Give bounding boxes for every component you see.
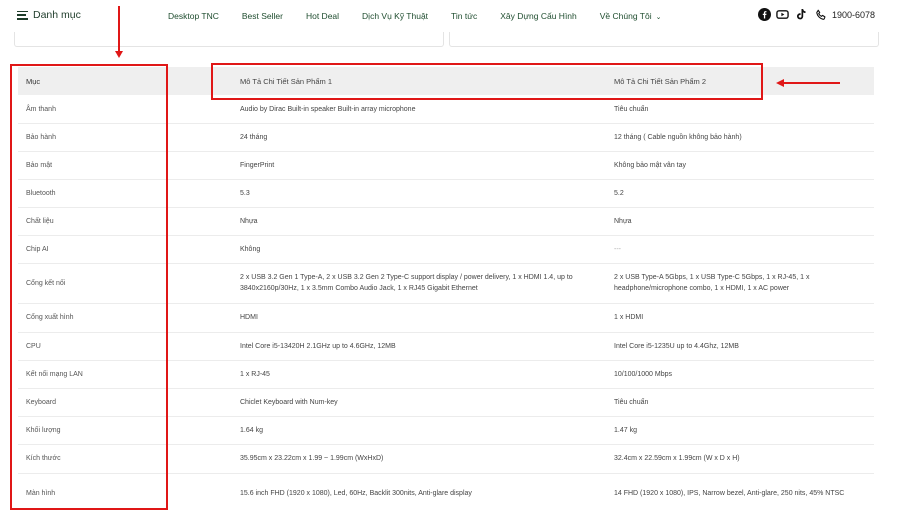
- row-label: Cổng kết nối: [26, 279, 66, 287]
- top-header: Danh mục Desktop TNC Best Seller Hot Dea…: [0, 0, 900, 32]
- header-product-1: Mô Tả Chi Tiết Sản Phẩm 1: [240, 76, 332, 86]
- row-label: Cổng xuất hình: [26, 314, 74, 321]
- row-product-2-value: Tiêu chuẩn: [614, 105, 649, 113]
- annotation-arrow-down-line: [118, 6, 120, 52]
- table-header-row: Mục Mô Tả Chi Tiết Sản Phẩm 1 Mô Tả Chi …: [18, 67, 874, 95]
- nav-item-about-label: Về Chúng Tôi: [599, 11, 652, 21]
- chevron-down-icon: ⌄: [655, 14, 662, 21]
- row-product-1-value: Nhựa: [240, 217, 258, 225]
- product-cards-bottom-edge: [0, 32, 900, 52]
- table-row: Bảo mật FingerPrint Không bảo mật vân ta…: [18, 151, 874, 180]
- row-product-1-value: Intel Core i5-13420H 2.1GHz up to 4.6GHz…: [240, 342, 396, 350]
- hotline-number: 1900-6078: [832, 9, 876, 20]
- youtube-icon[interactable]: [776, 8, 789, 21]
- phone-icon: [814, 8, 827, 21]
- row-product-2-value: 5.2: [614, 189, 624, 197]
- row-product-2-value: ---: [614, 245, 621, 253]
- header-product-2: Mô Tả Chi Tiết Sản Phẩm 2: [614, 76, 706, 86]
- hotline[interactable]: 1900-6078: [814, 8, 875, 21]
- row-product-1-value: Chiclet Keyboard with Num-key: [240, 398, 338, 406]
- row-label: Kích thước: [26, 455, 61, 462]
- row-product-2-value: Intel Core i5-1235U up to 4.4Ghz, 12MB: [614, 342, 739, 350]
- row-label: Chip AI: [26, 245, 49, 253]
- table-row: Cổng kết nối 2 x USB 3.2 Gen 1 Type-A, 2…: [18, 263, 874, 304]
- row-label: Keyboard: [26, 398, 56, 406]
- row-product-2-value: Nhựa: [614, 217, 632, 225]
- table-row: Bảo hành 24 tháng 12 tháng ( Cable nguồn…: [18, 123, 874, 152]
- nav-item-best-seller[interactable]: Best Seller: [242, 11, 283, 21]
- facebook-icon[interactable]: [758, 8, 771, 21]
- row-product-2-value: Không bảo mật vân tay: [614, 161, 686, 169]
- row-product-1-value: Audio by Dirac Built-in speaker Built-in…: [240, 105, 416, 113]
- row-product-2-value: 12 tháng ( Cable nguồn không bảo hành): [614, 133, 742, 141]
- row-product-1-value: 1 x RJ-45: [240, 370, 270, 378]
- annotation-arrow-left-head: [776, 79, 784, 87]
- nav-item-tech-service[interactable]: Dịch Vụ Kỹ Thuật: [362, 11, 428, 21]
- row-product-1-value: 1.64 kg: [240, 426, 263, 434]
- row-label: Âm thanh: [26, 105, 56, 113]
- row-label: Màn hình: [26, 489, 56, 497]
- row-label: Khối lượng: [26, 426, 61, 434]
- row-product-1-value: 2 x USB 3.2 Gen 1 Type-A, 2 x USB 3.2 Ge…: [240, 274, 573, 292]
- row-product-1-value: Không: [240, 245, 261, 253]
- product-card-1: [14, 32, 444, 47]
- row-product-2-value: 2 x USB Type-A 5Gbps, 1 x USB Type-C 5Gb…: [614, 274, 810, 292]
- annotation-arrow-left-line: [784, 82, 840, 84]
- row-product-1-value: FingerPrint: [240, 161, 275, 169]
- row-product-2-value: 14 FHD (1920 x 1080), IPS, Narrow bezel,…: [614, 489, 845, 497]
- row-label: Bảo hành: [26, 133, 56, 141]
- header-category: Mục: [26, 76, 41, 86]
- row-label: Bảo mật: [26, 161, 53, 169]
- table-row: Khối lượng 1.64 kg 1.47 kg: [18, 416, 874, 445]
- tiktok-icon[interactable]: [794, 8, 807, 21]
- row-product-2-value: 1 x HDMI: [614, 314, 644, 321]
- row-label: CPU: [26, 342, 41, 350]
- row-product-1-value: 35.95cm x 23.22cm x 1.99 ~ 1.99cm (WxHxD…: [240, 455, 384, 462]
- annotation-arrow-down-head: [115, 51, 123, 58]
- row-product-2-value: 10/100/1000 Mbps: [614, 370, 672, 378]
- table-row: Chất liệu Nhựa Nhựa: [18, 207, 874, 236]
- hamburger-icon: [17, 10, 28, 20]
- social-links: 1900-6078: [758, 8, 875, 21]
- table-row: CPU Intel Core i5-13420H 2.1GHz up to 4.…: [18, 332, 874, 361]
- row-product-1-value: HDMI: [240, 314, 258, 321]
- table-row: Bluetooth 5.3 5.2: [18, 179, 874, 208]
- main-nav: Desktop TNC Best Seller Hot Deal Dịch Vụ…: [168, 11, 661, 21]
- category-menu-label: Danh mục: [33, 9, 81, 21]
- table-row: Keyboard Chiclet Keyboard with Num-key T…: [18, 388, 874, 417]
- row-label: Kết nối mạng LAN: [26, 370, 83, 378]
- row-product-1-value: 24 tháng: [240, 133, 268, 141]
- table-row: Kích thước 35.95cm x 23.22cm x 1.99 ~ 1.…: [18, 444, 874, 474]
- table-row: Kết nối mạng LAN 1 x RJ-45 10/100/1000 M…: [18, 360, 874, 389]
- row-label: Bluetooth: [26, 189, 56, 197]
- row-product-2-value: Tiêu chuẩn: [614, 398, 649, 406]
- row-product-1-value: 15.6 inch FHD (1920 x 1080), Led, 60Hz, …: [240, 489, 472, 497]
- table-row: Chip AI Không ---: [18, 235, 874, 264]
- nav-item-about[interactable]: Về Chúng Tôi ⌄: [600, 11, 662, 21]
- table-row: Màn hình 15.6 inch FHD (1920 x 1080), Le…: [18, 473, 874, 513]
- nav-item-hot-deal[interactable]: Hot Deal: [306, 11, 339, 21]
- row-label: Chất liệu: [26, 217, 54, 225]
- table-row: Cổng xuất hình HDMI 1 x HDMI: [18, 303, 874, 333]
- row-product-1-value: 5.3: [240, 189, 250, 197]
- row-product-2-value: 1.47 kg: [614, 426, 637, 434]
- nav-item-desktop[interactable]: Desktop TNC: [168, 11, 219, 21]
- nav-item-build-pc[interactable]: Xây Dựng Cấu Hình: [500, 11, 577, 21]
- product-card-2: [449, 32, 879, 47]
- table-row: Âm thanh Audio by Dirac Built-in speaker…: [18, 95, 874, 124]
- category-menu-button[interactable]: Danh mục: [17, 9, 81, 21]
- row-product-2-value: 32.4cm x 22.59cm x 1.99cm (W x D x H): [614, 455, 740, 462]
- nav-item-news[interactable]: Tin tức: [451, 11, 477, 21]
